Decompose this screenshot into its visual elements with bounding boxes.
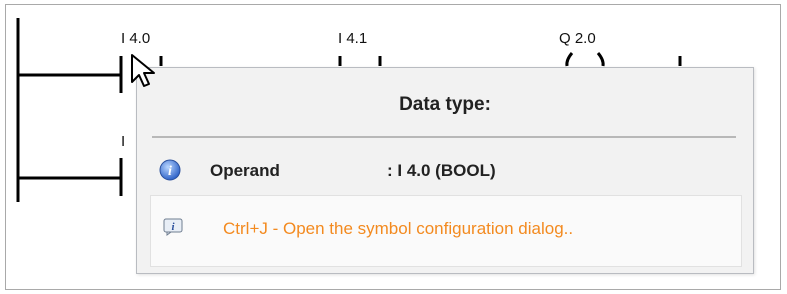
contact-3-operand-label[interactable]: I <box>121 133 125 150</box>
coil-1-operand-label[interactable]: Q 2.0 <box>559 30 596 47</box>
info-note-icon: i <box>163 218 183 236</box>
operand-tooltip: Data type: i Operand : I 4.0 (BOOL) i Ct… <box>136 67 754 274</box>
hint-text[interactable]: Ctrl+J - Open the symbol configuration d… <box>223 219 573 239</box>
tooltip-title: Data type: <box>399 94 491 115</box>
contact-2-operand-label[interactable]: I 4.1 <box>338 30 367 47</box>
info-circle-icon: i <box>159 159 181 181</box>
coil-1-right-arc[interactable] <box>596 52 605 67</box>
tooltip-divider <box>152 136 736 138</box>
coil-1-left-arc[interactable] <box>565 52 574 67</box>
arrow-cursor-icon <box>131 54 155 87</box>
operand-value: : I 4.0 (BOOL) <box>387 161 496 180</box>
operand-label: Operand <box>210 161 280 180</box>
hint-row[interactable]: i Ctrl+J - Open the symbol configuration… <box>150 195 742 267</box>
svg-text:i: i <box>168 164 172 179</box>
contact-1-operand-label[interactable]: I 4.0 <box>121 30 150 47</box>
